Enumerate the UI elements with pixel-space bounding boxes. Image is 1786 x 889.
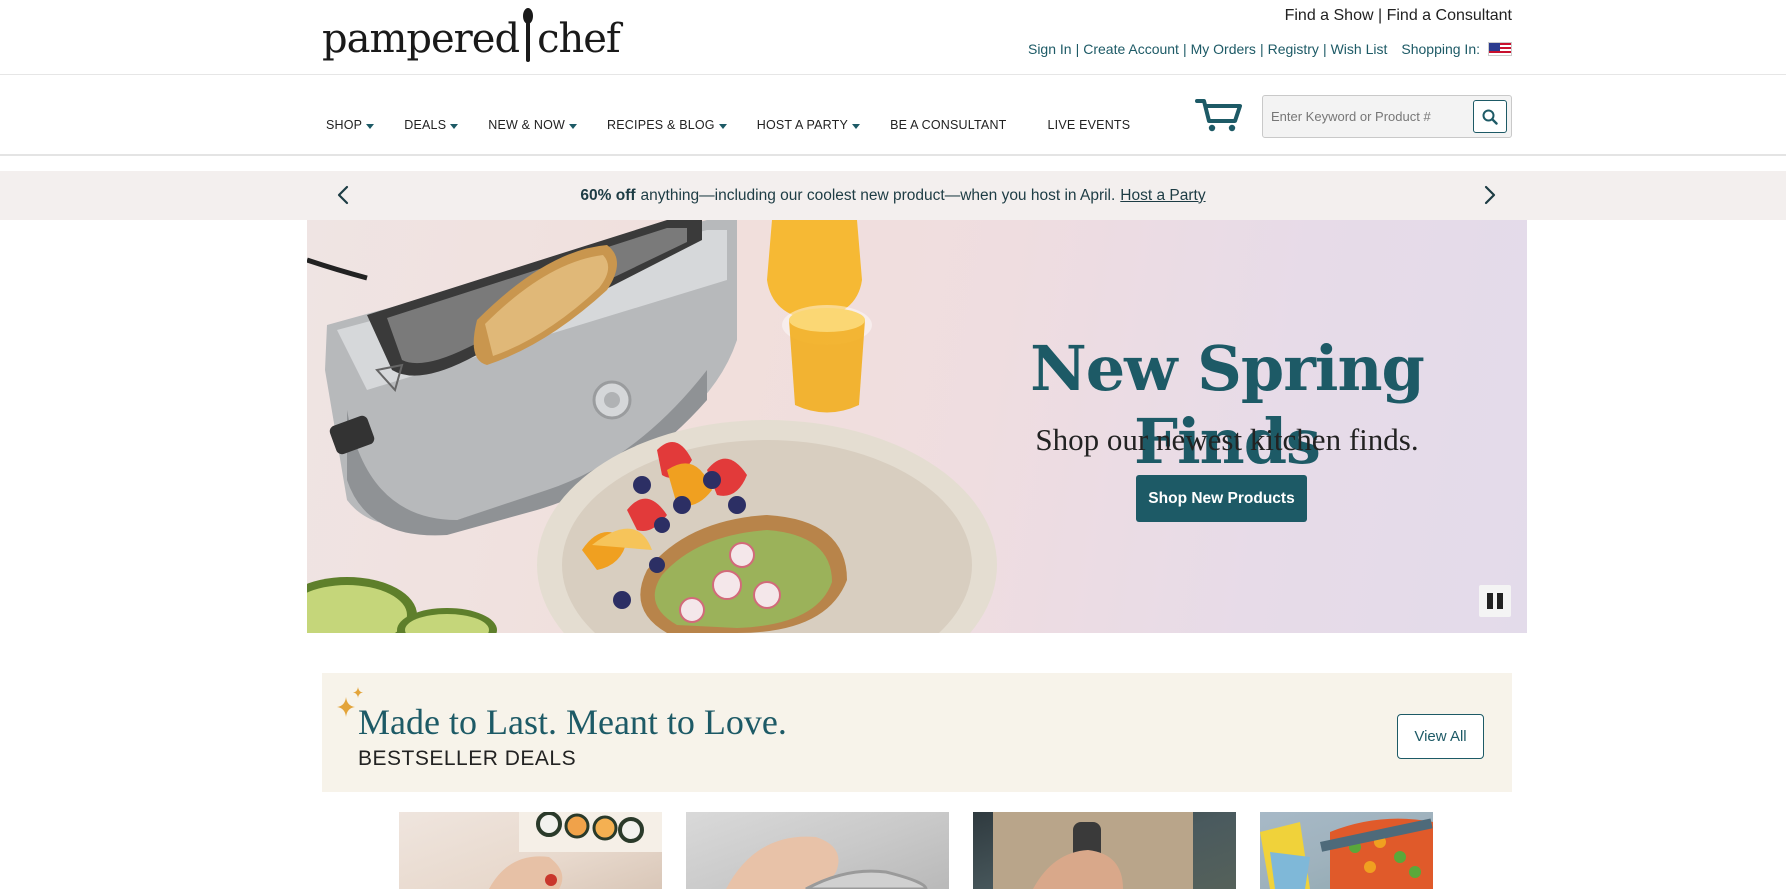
us-flag-icon[interactable] (1488, 42, 1512, 56)
nav-item-shop[interactable]: SHOP (326, 118, 375, 132)
main-nav: SHOP DEALS NEW & NOW RECIPES & BLOG HOST… (326, 118, 1160, 132)
registry-link[interactable]: Registry (1268, 41, 1319, 57)
wish-list-link[interactable]: Wish List (1331, 41, 1388, 57)
shop-new-products-button[interactable]: Shop New Products (1136, 475, 1307, 522)
separator: | (1259, 41, 1264, 57)
caret-down-icon (450, 123, 459, 129)
product-tile[interactable] (399, 812, 662, 889)
sign-in-link[interactable]: Sign In (1028, 41, 1072, 57)
bestseller-subtitle: BESTSELLER DEALS (358, 747, 577, 770)
nav-bar: SHOP DEALS NEW & NOW RECIPES & BLOG HOST… (0, 75, 1786, 156)
cart-icon[interactable] (1195, 97, 1243, 133)
host-a-party-link[interactable]: Host a Party (1120, 187, 1205, 205)
view-all-button[interactable]: View All (1397, 714, 1484, 759)
logo-text-part-2: chef (537, 16, 621, 62)
find-links-separator: | (1377, 7, 1383, 24)
logo[interactable]: pampered chef (322, 6, 621, 62)
product-tile[interactable] (1260, 812, 1433, 889)
nav-item-host-a-party[interactable]: HOST A PARTY (756, 118, 861, 132)
find-show-link[interactable]: Find a Show (1285, 7, 1374, 24)
product-image (993, 812, 1193, 889)
page: pampered chef Find a Show | Find a Consul… (0, 0, 1786, 889)
separator: | (1075, 41, 1080, 57)
product-image (726, 836, 928, 889)
bestseller-banner: Made to Last. Meant to Love. BESTSELLER … (322, 673, 1512, 792)
hero-banner[interactable]: New Spring Finds Shop our newest kitchen… (307, 220, 1527, 633)
nav-item-recipes-blog[interactable]: RECIPES & BLOG (607, 118, 727, 132)
separator: | (1322, 41, 1327, 57)
spoon-icon (521, 8, 535, 62)
hero-subtitle: Shop our newest kitchen finds. (1035, 422, 1419, 457)
account-links: Sign In | Create Account | My Orders | R… (1028, 41, 1512, 57)
chevron-right-icon[interactable] (1478, 184, 1500, 206)
caret-down-icon (569, 123, 578, 129)
search-input[interactable] (1263, 96, 1473, 137)
my-orders-link[interactable]: My Orders (1191, 41, 1256, 57)
separator: | (1182, 41, 1187, 57)
search-button[interactable] (1473, 100, 1507, 133)
nav-item-be-a-consultant[interactable]: BE A CONSULTANT (890, 118, 1006, 132)
top-header: pampered chef Find a Show | Find a Consul… (0, 0, 1786, 75)
nav-item-label: DEALS (404, 118, 447, 132)
nav-item-label: LIVE EVENTS (1047, 118, 1131, 132)
caret-down-icon (718, 123, 727, 129)
product-image (1260, 818, 1433, 889)
logo-text-part-1: pampered (322, 16, 520, 62)
nav-item-label: BE A CONSULTANT (890, 118, 1007, 132)
product-image (489, 812, 662, 889)
promo-text: anything—including our coolest new produ… (640, 186, 1116, 204)
nav-item-live-events[interactable]: LIVE EVENTS (1048, 118, 1131, 132)
caret-down-icon (852, 123, 861, 129)
search-icon (1482, 109, 1498, 125)
find-links: Find a Show | Find a Consultant (1285, 7, 1512, 25)
nav-item-label: HOST A PARTY (756, 118, 849, 132)
caret-down-icon (366, 123, 375, 129)
nav-item-label: RECIPES & BLOG (607, 118, 715, 132)
bestseller-title: Made to Last. Meant to Love. (358, 702, 787, 742)
product-tile[interactable] (973, 812, 1236, 889)
promo-banner: 60% off anything—including our coolest n… (0, 171, 1786, 220)
chevron-left-icon[interactable] (333, 184, 355, 206)
create-account-link[interactable]: Create Account (1083, 41, 1179, 57)
nav-item-deals[interactable]: DEALS (404, 118, 459, 132)
promo-highlight: 60% off (580, 186, 636, 204)
product-tile[interactable] (686, 812, 949, 889)
find-consultant-link[interactable]: Find a Consultant (1387, 7, 1512, 24)
nav-item-new-and-now[interactable]: NEW & NOW (488, 118, 578, 132)
search-box (1262, 95, 1512, 138)
shopping-in-label: Shopping In: (1401, 41, 1480, 57)
nav-item-label: NEW & NOW (488, 118, 566, 132)
pause-icon[interactable] (1479, 585, 1511, 617)
nav-item-label: SHOP (326, 118, 363, 132)
